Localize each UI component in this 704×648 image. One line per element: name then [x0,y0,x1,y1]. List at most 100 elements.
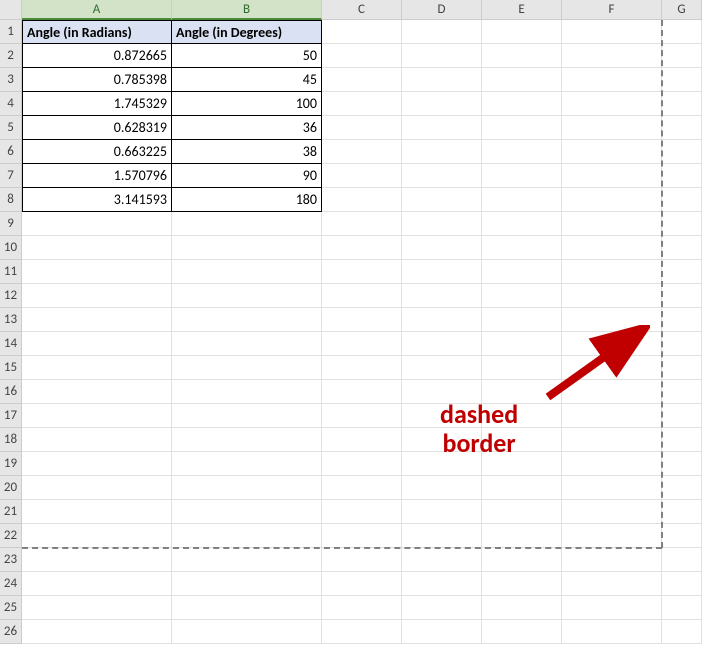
cell[interactable] [562,500,662,524]
cell[interactable] [322,20,402,44]
cell[interactable] [22,500,172,524]
cell[interactable] [402,236,482,260]
cell[interactable]: 0.785398 [22,68,172,92]
cell[interactable] [322,572,402,596]
cell[interactable] [22,428,172,452]
cell[interactable] [402,356,482,380]
cell[interactable] [22,620,172,644]
row-header-7[interactable]: 7 [0,164,22,188]
cell[interactable] [482,500,562,524]
cell[interactable]: 0.628319 [22,116,172,140]
row-header-8[interactable]: 8 [0,188,22,212]
row-header-4[interactable]: 4 [0,92,22,116]
cell[interactable] [562,404,662,428]
cell[interactable]: 3.141593 [22,188,172,212]
cell[interactable] [22,404,172,428]
cell[interactable] [482,548,562,572]
select-all-corner[interactable] [0,0,22,20]
cell[interactable] [562,188,662,212]
cell[interactable] [562,92,662,116]
cell[interactable] [22,308,172,332]
cell[interactable] [22,212,172,236]
cell[interactable] [662,164,702,188]
cell[interactable] [402,68,482,92]
cell[interactable] [562,212,662,236]
cell[interactable] [322,500,402,524]
row-header-15[interactable]: 15 [0,356,22,380]
cell[interactable] [562,572,662,596]
cell[interactable] [22,476,172,500]
cell[interactable] [482,44,562,68]
cell[interactable]: 100 [172,92,322,116]
row-header-5[interactable]: 5 [0,116,22,140]
cell[interactable] [562,68,662,92]
cell[interactable]: 36 [172,116,322,140]
cell[interactable] [22,284,172,308]
row-header-17[interactable]: 17 [0,404,22,428]
cell[interactable] [322,524,402,548]
cell[interactable] [322,236,402,260]
cell[interactable] [482,620,562,644]
cell[interactable] [562,116,662,140]
cell[interactable] [562,548,662,572]
col-header-F[interactable]: F [562,0,662,20]
cell[interactable] [322,284,402,308]
row-header-10[interactable]: 10 [0,236,22,260]
cell[interactable]: 180 [172,188,322,212]
cell[interactable] [172,308,322,332]
cell[interactable] [482,212,562,236]
cell[interactable] [662,452,702,476]
cell[interactable] [482,236,562,260]
cell[interactable] [482,92,562,116]
cell[interactable] [322,68,402,92]
cell[interactable] [562,44,662,68]
cell[interactable] [172,452,322,476]
row-header-23[interactable]: 23 [0,548,22,572]
cell[interactable] [562,452,662,476]
cell[interactable] [562,620,662,644]
cell[interactable] [322,380,402,404]
cell[interactable]: 1.570796 [22,164,172,188]
cell[interactable] [482,116,562,140]
cell[interactable] [402,260,482,284]
row-header-9[interactable]: 9 [0,212,22,236]
row-header-3[interactable]: 3 [0,68,22,92]
cell[interactable] [172,620,322,644]
cell[interactable] [22,332,172,356]
cell[interactable]: 45 [172,68,322,92]
cell[interactable] [402,548,482,572]
row-header-1[interactable]: 1 [0,20,22,44]
cell[interactable] [22,548,172,572]
cell[interactable] [172,476,322,500]
cell[interactable] [402,500,482,524]
cell[interactable] [662,332,702,356]
cell[interactable] [322,332,402,356]
cell[interactable]: 0.663225 [22,140,172,164]
cell[interactable] [322,356,402,380]
cell[interactable] [322,476,402,500]
cell[interactable] [172,404,322,428]
row-header-16[interactable]: 16 [0,380,22,404]
cell[interactable] [172,236,322,260]
row-header-24[interactable]: 24 [0,572,22,596]
cell[interactable] [402,284,482,308]
cell[interactable] [482,20,562,44]
cell[interactable] [172,332,322,356]
col-header-G[interactable]: G [662,0,702,20]
cell[interactable] [562,476,662,500]
cell[interactable] [402,92,482,116]
cell[interactable] [322,404,402,428]
cell[interactable] [402,620,482,644]
cell[interactable] [22,596,172,620]
col-header-C[interactable]: C [322,0,402,20]
cell[interactable] [662,524,702,548]
cell[interactable] [662,548,702,572]
cell[interactable] [562,260,662,284]
cell[interactable] [482,596,562,620]
cell[interactable] [662,308,702,332]
cell[interactable] [662,380,702,404]
cell[interactable] [402,572,482,596]
row-header-11[interactable]: 11 [0,260,22,284]
cell[interactable] [562,596,662,620]
cell[interactable] [322,452,402,476]
